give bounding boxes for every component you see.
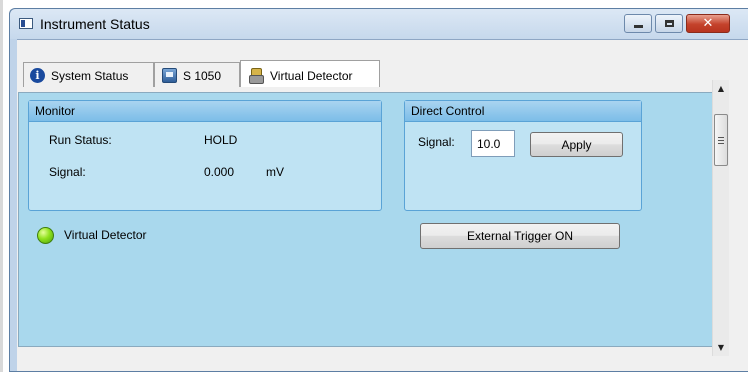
desktop-edge bbox=[0, 0, 3, 372]
window-title: Instrument Status bbox=[40, 16, 150, 32]
tab-label: S 1050 bbox=[183, 69, 222, 83]
tab-system-status[interactable]: i System Status bbox=[23, 62, 154, 87]
run-status-label: Run Status: bbox=[49, 133, 112, 147]
virtual-detector-panel: Monitor Run Status: HOLD Signal: 0.000 m… bbox=[18, 92, 715, 347]
direct-control-group: Direct Control Signal: Apply bbox=[404, 100, 642, 211]
close-button[interactable]: ✕ bbox=[686, 14, 730, 33]
monitor-signal-value: 0.000 bbox=[204, 165, 235, 179]
detector-status-led bbox=[37, 227, 54, 244]
monitor-signal-unit: mV bbox=[266, 165, 284, 179]
close-icon: ✕ bbox=[702, 16, 714, 31]
tab-s1050[interactable]: S 1050 bbox=[154, 62, 240, 87]
tab-label: System Status bbox=[51, 69, 129, 83]
device-icon bbox=[162, 68, 177, 83]
detector-name-label: Virtual Detector bbox=[64, 228, 147, 242]
direct-control-title: Direct Control bbox=[405, 101, 641, 122]
monitor-group: Monitor Run Status: HOLD Signal: 0.000 m… bbox=[28, 100, 382, 211]
vertical-scrollbar[interactable]: ▲ ▼ bbox=[712, 80, 729, 356]
apply-button[interactable]: Apply bbox=[530, 132, 623, 157]
signal-input[interactable] bbox=[471, 130, 515, 157]
title-bar[interactable]: Instrument Status ✕ bbox=[10, 9, 748, 39]
tab-virtual-detector[interactable]: Virtual Detector bbox=[240, 60, 380, 87]
external-trigger-button[interactable]: External Trigger ON bbox=[420, 223, 620, 249]
virtual-detector-icon bbox=[249, 68, 264, 84]
window-app-icon bbox=[19, 18, 33, 29]
minimize-icon bbox=[634, 25, 643, 28]
run-status-value: HOLD bbox=[204, 133, 238, 147]
scroll-down-arrow-icon[interactable]: ▼ bbox=[713, 339, 729, 356]
monitor-signal-label: Signal: bbox=[49, 165, 86, 179]
scroll-up-arrow-icon[interactable]: ▲ bbox=[713, 80, 729, 97]
direct-signal-label: Signal: bbox=[418, 135, 455, 149]
info-icon: i bbox=[30, 68, 45, 83]
minimize-button[interactable] bbox=[624, 14, 652, 33]
scroll-thumb[interactable] bbox=[714, 114, 728, 166]
maximize-button[interactable] bbox=[655, 14, 683, 33]
tab-label: Virtual Detector bbox=[270, 69, 353, 83]
maximize-icon bbox=[665, 20, 674, 27]
monitor-title: Monitor bbox=[29, 101, 381, 122]
grip-icon bbox=[718, 137, 724, 144]
